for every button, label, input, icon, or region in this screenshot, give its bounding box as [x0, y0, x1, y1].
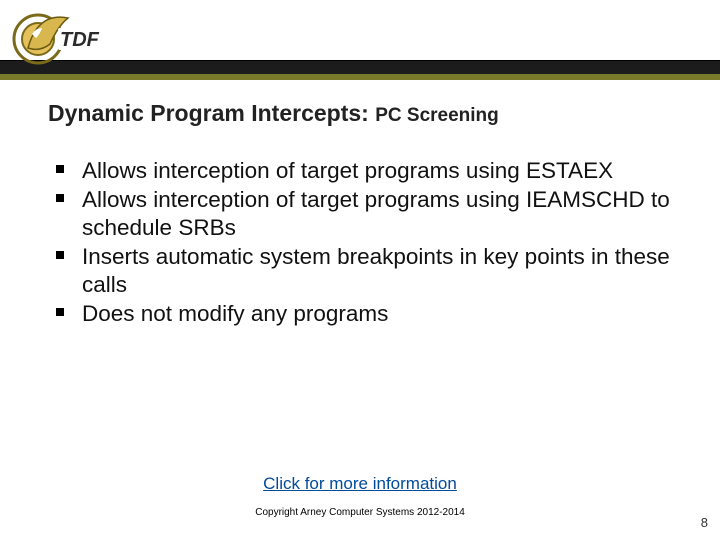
slide-title: Dynamic Program Intercepts: PC Screening	[48, 100, 672, 127]
header-olive-bar	[0, 74, 720, 80]
title-main: Dynamic Program Intercepts:	[48, 100, 369, 126]
page-number: 8	[701, 515, 708, 530]
list-item: Does not modify any programs	[54, 300, 672, 327]
more-info-link[interactable]: Click for more information	[263, 474, 457, 493]
link-row: Click for more information	[0, 474, 720, 494]
list-item: Inserts automatic system breakpoints in …	[54, 243, 672, 298]
copyright-text: Copyright Arney Computer Systems 2012-20…	[0, 507, 720, 518]
list-item: Allows interception of target programs u…	[54, 186, 672, 241]
slide-header: TDF	[0, 0, 720, 82]
list-item: Allows interception of target programs u…	[54, 157, 672, 184]
slide-content: Dynamic Program Intercepts: PC Screening…	[0, 100, 720, 500]
title-sub: PC Screening	[375, 105, 499, 126]
bullet-list: Allows interception of target programs u…	[48, 157, 672, 328]
tdf-logo: TDF	[10, 4, 120, 74]
logo-text: TDF	[60, 29, 100, 51]
